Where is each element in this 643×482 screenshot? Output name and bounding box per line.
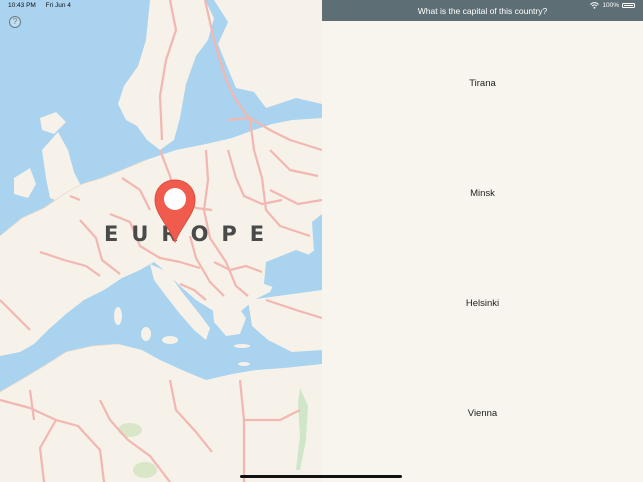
battery-icon — [622, 3, 635, 8]
battery-percentage: 100% — [602, 2, 619, 9]
wifi-icon — [590, 2, 600, 9]
screen: EUROPE ? What is the capital of this cou… — [0, 0, 643, 482]
help-icon: ? — [12, 17, 18, 26]
answer-option-4[interactable]: Vienna — [322, 351, 643, 461]
help-button[interactable]: ? — [9, 16, 21, 28]
answer-list: Tirana Minsk Helsinki Vienna — [322, 21, 643, 462]
status-bar-right: 100% — [590, 2, 635, 9]
status-time: 10:43 PM — [8, 2, 36, 9]
status-bar-left: 10:43 PM Fri Jun 4 — [8, 2, 79, 9]
map-view[interactable]: EUROPE ? — [0, 0, 322, 482]
answer-option-1[interactable]: Tirana — [322, 21, 643, 131]
answer-option-2[interactable]: Minsk — [322, 131, 643, 241]
answer-option-3[interactable]: Helsinki — [322, 241, 643, 351]
quiz-panel: What is the capital of this country? Tir… — [322, 0, 643, 482]
location-pin-icon[interactable] — [153, 178, 197, 244]
status-date: Fri Jun 4 — [45, 2, 71, 9]
home-indicator[interactable] — [240, 475, 402, 478]
